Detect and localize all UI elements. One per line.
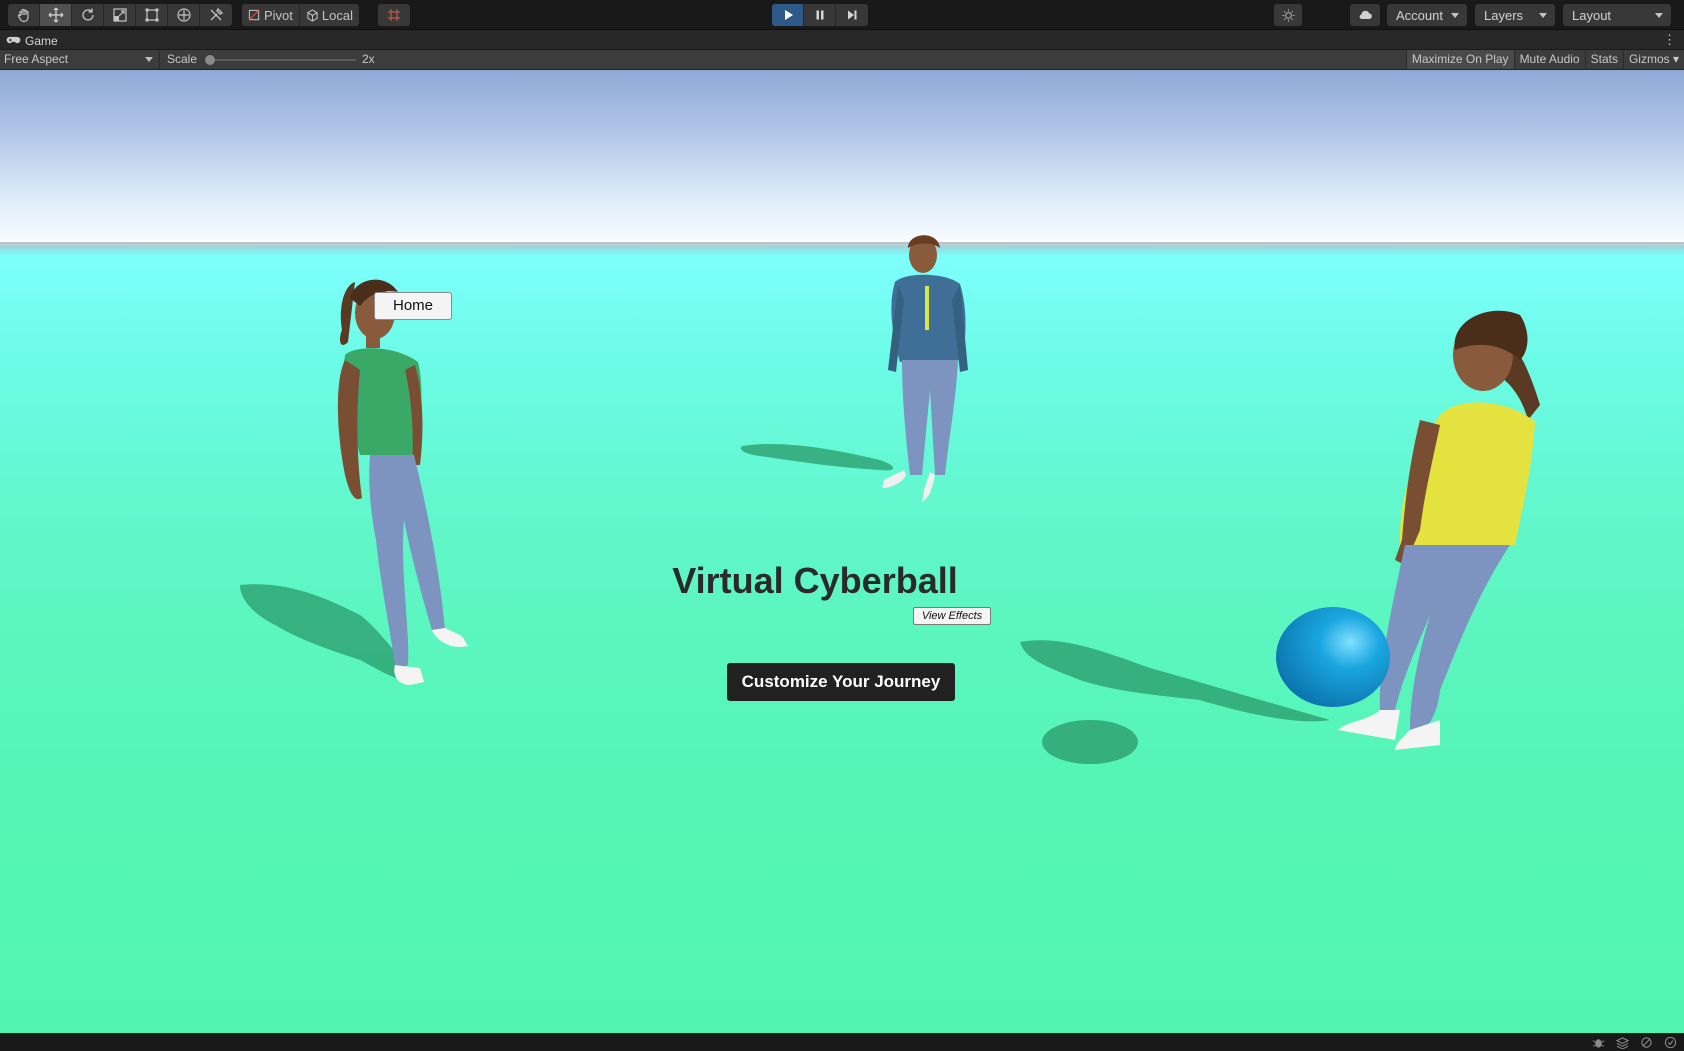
tools-icon [210,7,224,21]
move-tool-button[interactable] [40,4,72,26]
scale-slider-track[interactable] [210,59,356,61]
tab-game-label: Game [25,33,58,48]
local-cube-icon [307,8,318,22]
local-label: Local [321,7,353,23]
window-tab-bar: Game ⋮ [0,30,1684,50]
local-toggle[interactable]: Local [300,4,359,26]
transform-tools [8,4,232,26]
play-icon [784,10,793,20]
scale-slider-thumb[interactable] [205,55,215,65]
play-button[interactable] [772,4,804,26]
pivot-toggle[interactable]: Pivot [242,4,300,26]
more-options-icon[interactable]: ⋮ [1663,32,1676,48]
step-button[interactable] [836,4,868,26]
chevron-down-icon [1655,13,1663,18]
transform-tool-button[interactable] [168,4,200,26]
rotate-icon [81,8,94,21]
rect-tool-button[interactable] [136,4,168,26]
center-character-shadow [740,443,894,471]
cloud-icon [1359,10,1372,20]
ball-shadow [1042,720,1138,764]
layers-stack-icon[interactable] [1615,1035,1630,1049]
grid-snap-button[interactable] [378,4,410,26]
layers-dropdown[interactable]: Layers [1475,4,1555,26]
scale-value: 2x [362,52,375,66]
grid-snap-icon [388,9,400,21]
scene-illustration [240,235,1540,764]
gizmos-label: Gizmos [1628,52,1670,66]
right-character [1276,310,1540,750]
chevron-down-icon [145,57,153,62]
playmode-controls [772,4,868,26]
center-character [882,235,968,502]
tab-game[interactable]: Game [6,32,58,49]
home-button[interactable]: Home [374,292,452,320]
gamepad-icon [6,36,21,44]
sync-icon[interactable] [1639,1035,1654,1049]
sun-icon [1281,8,1295,22]
scale-tool-button[interactable] [104,4,136,26]
status-bar [0,1033,1684,1051]
maximize-on-play-toggle[interactable]: Maximize On Play [1405,50,1514,69]
aspect-dropdown[interactable]: Free Aspect [0,50,160,69]
pause-button[interactable] [804,4,836,26]
scale-label: Scale [167,52,198,66]
rotate-tool-button[interactable] [72,4,104,26]
scale-icon [112,8,127,22]
account-label: Account [1396,7,1443,23]
account-dropdown[interactable]: Account [1387,4,1467,26]
mute-audio-toggle[interactable]: Mute Audio [1513,50,1585,69]
step-icon [848,10,857,20]
pause-icon [816,10,823,20]
pivot-label: Pivot [264,7,293,23]
main-toolbar: Pivot Local Account Layers Layout [0,0,1684,30]
view-effects-button[interactable]: View Effects [913,607,991,625]
custom-tool-button[interactable] [200,4,232,26]
pivot-local-group: Pivot Local [242,4,359,26]
move-icon [48,7,63,23]
lighting-button[interactable] [1274,4,1302,26]
game-view-toolbar: Free Aspect Scale 2x Maximize On Play Mu… [0,50,1684,70]
status-icons [1591,1035,1678,1049]
layout-label: Layout [1572,7,1612,23]
gizmos-toggle[interactable]: Gizmos ▾ [1622,50,1684,69]
hand-tool-button[interactable] [8,4,40,26]
chevron-down-icon [1539,13,1547,18]
customize-journey-button[interactable]: Customize Your Journey [727,663,955,701]
layout-dropdown[interactable]: Layout [1563,4,1671,26]
transform-icon [176,8,191,22]
cloud-button[interactable] [1350,4,1380,26]
ball [1276,607,1390,707]
chevron-down-icon [1451,13,1459,18]
aspect-label: Free Aspect [4,52,69,66]
game-viewport[interactable]: Home Virtual Cyberball View Effects Cust… [0,70,1684,1033]
check-circle-icon[interactable] [1663,1035,1678,1049]
rect-icon [145,8,158,22]
game-view-options: Maximize On Play Mute Audio Stats Gizmos… [1405,50,1684,69]
layers-label: Layers [1484,7,1524,23]
hand-icon [17,8,29,23]
bug-icon[interactable] [1591,1035,1606,1049]
game-title: Virtual Cyberball [672,560,958,601]
stats-toggle[interactable]: Stats [1584,50,1623,69]
pivot-icon [248,9,260,20]
snap-group [378,4,410,26]
